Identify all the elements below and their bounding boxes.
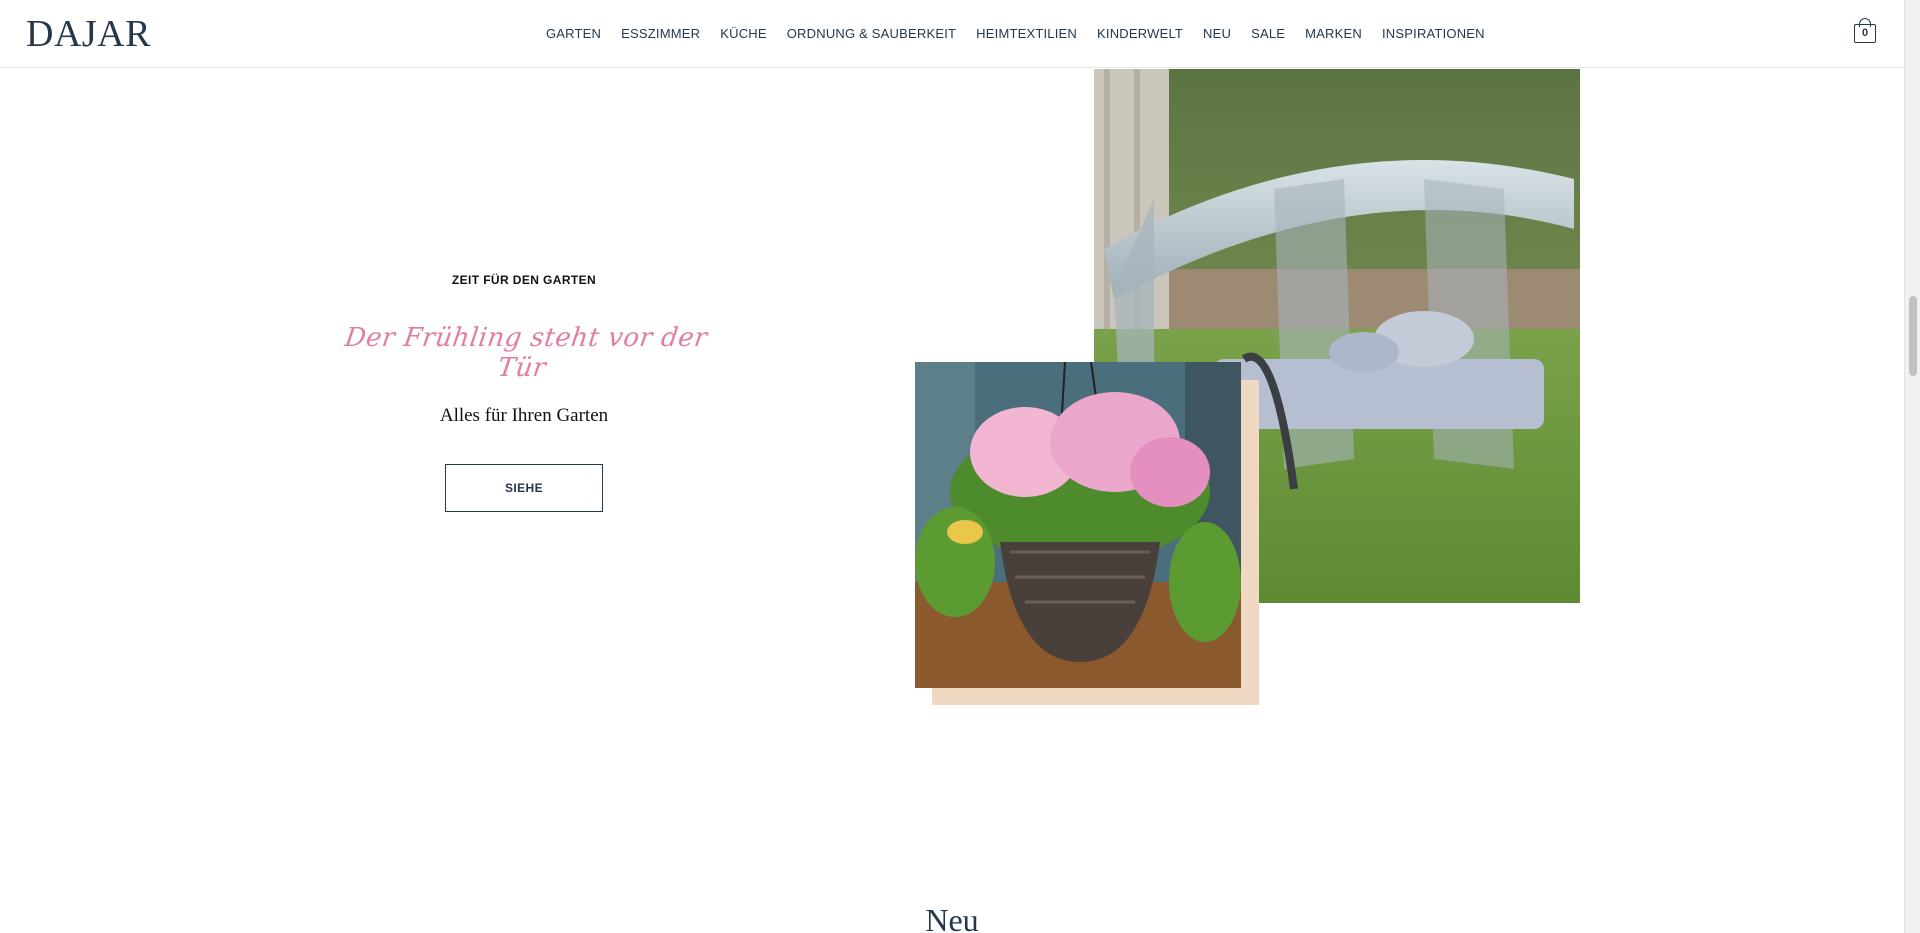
scrollbar-thumb[interactable] (1909, 296, 1917, 376)
hero-eyebrow: ZEIT FÜR DEN GARTEN (451, 273, 597, 287)
nav-item-inspirationen[interactable]: INSPIRATIONEN (1372, 24, 1495, 44)
hero-subtitle: Alles für Ihren Garten (439, 405, 609, 426)
hanging-flower-basket-image (915, 362, 1241, 688)
nav-item-kueche[interactable]: KÜCHE (710, 24, 777, 44)
nav-item-marken[interactable]: MARKEN (1295, 24, 1372, 44)
nav-item-esszimmer[interactable]: ESSZIMMER (611, 24, 710, 44)
nav-item-ordnung-sauberkeit[interactable]: ORDNUNG & SAUBERKEIT (777, 24, 966, 44)
nav-item-kinderwelt[interactable]: KINDERWELT (1087, 24, 1193, 44)
hero-script-title: Der Frühling steht vor der Tür (342, 323, 710, 383)
main-nav: GARTEN ESSZIMMER KÜCHE ORDNUNG & SAUBERK… (546, 24, 1495, 44)
cart-button[interactable]: 0 (1853, 18, 1877, 44)
section-title-neu: Neu (925, 902, 979, 933)
nav-item-heimtextilien[interactable]: HEIMTEXTILIEN (966, 24, 1087, 44)
nav-item-neu[interactable]: NEU (1193, 24, 1241, 44)
page-scrollbar[interactable] (1904, 0, 1920, 933)
cart-count-badge: 0 (1861, 27, 1869, 39)
site-header: DAJAR GARTEN ESSZIMMER KÜCHE ORDNUNG & S… (0, 0, 1904, 68)
nav-item-garten[interactable]: GARTEN (546, 24, 611, 44)
nav-item-sale[interactable]: SALE (1241, 24, 1295, 44)
logo[interactable]: DAJAR (26, 12, 151, 56)
siehe-button[interactable]: SIEHE (445, 464, 603, 512)
